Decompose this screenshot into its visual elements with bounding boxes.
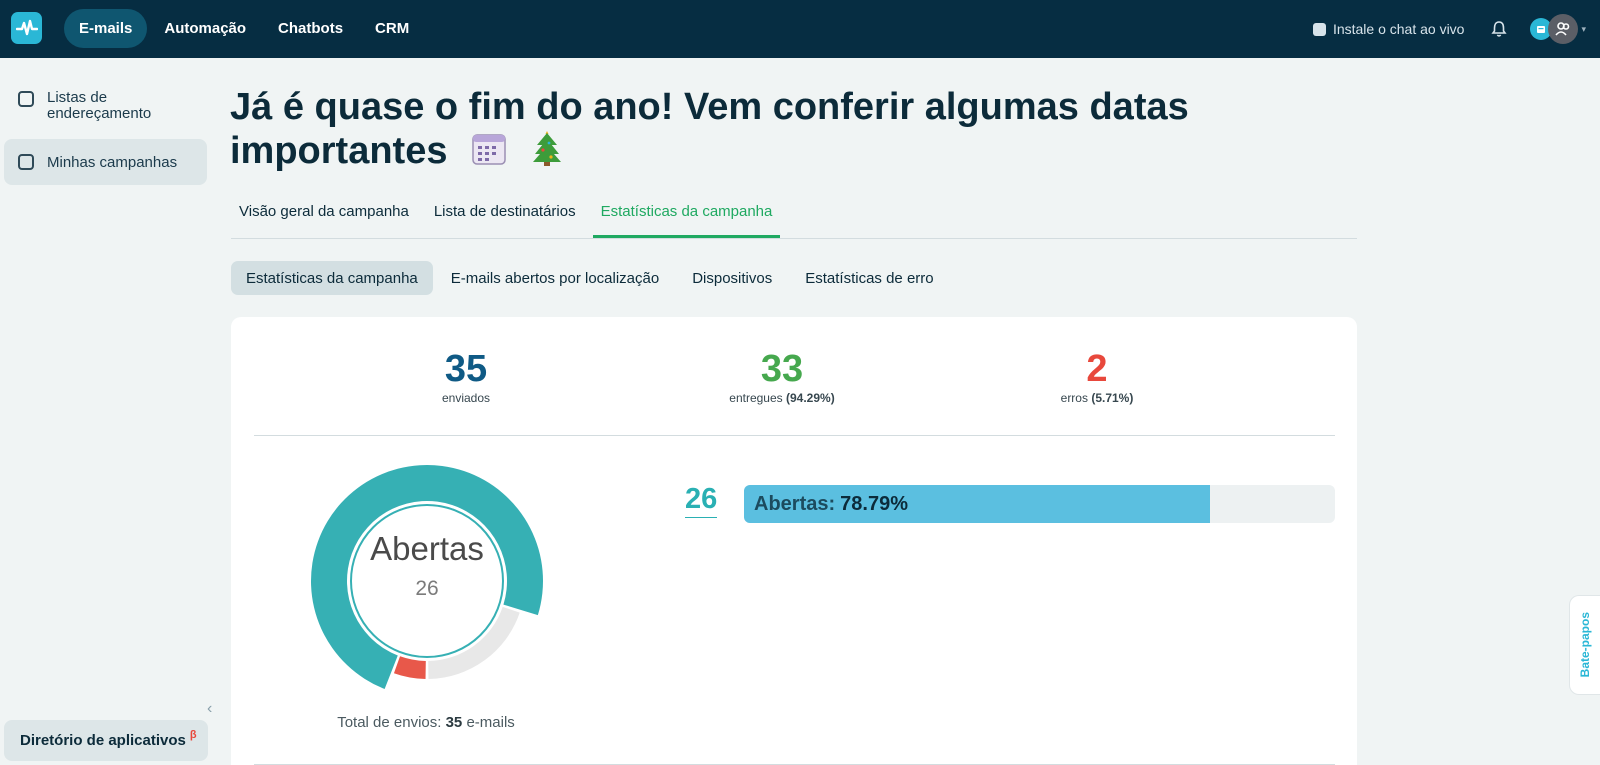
- total-suffix: e-mails: [466, 714, 515, 731]
- account-menu[interactable]: ▾: [1530, 14, 1586, 44]
- tab-overview[interactable]: Visão geral da campanha: [231, 193, 417, 238]
- opens-bar-fill: Abertas: 78.79%: [744, 485, 1210, 523]
- nav-item-automacao[interactable]: Automação: [149, 9, 261, 48]
- total-prefix: Total de envios:: [337, 714, 442, 731]
- campaign-title: Já é quase o fim do ano! Vem conferir al…: [230, 86, 1189, 173]
- stat-delivered-label: entregues: [729, 391, 783, 405]
- app-directory-label: Diretório de aplicativos: [20, 732, 186, 749]
- sidebar-item-my-campaigns[interactable]: Minhas campanhas: [4, 139, 207, 185]
- opens-bar-value: 78.79%: [840, 492, 908, 515]
- opens-bar-track: Abertas: 78.79%: [744, 485, 1335, 523]
- stat-delivered: 33 entregues (94.29%): [652, 347, 912, 405]
- subtab-devices[interactable]: Dispositivos: [677, 261, 787, 295]
- install-live-chat-link[interactable]: Instale o chat ao vivo: [1312, 21, 1465, 37]
- sidebar: Listas de endereçamento Minhas campanhas: [0, 58, 210, 765]
- subtab-opens-by-location[interactable]: E-mails abertos por localização: [436, 261, 674, 295]
- chevron-down-icon: ▾: [1581, 23, 1586, 34]
- sidebar-item-label: Listas de endereçamento: [47, 89, 152, 122]
- stat-errors-label: erros: [1060, 391, 1088, 405]
- user-avatar: [1548, 14, 1579, 44]
- nav-item-crm[interactable]: CRM: [360, 9, 424, 48]
- tab-statistics[interactable]: Estatísticas da campanha: [592, 193, 781, 238]
- app-directory-button[interactable]: Diretório de aplicativos β: [4, 720, 208, 761]
- calendar-icon: [470, 129, 508, 177]
- chat-side-tab[interactable]: Bate-papos: [1569, 595, 1600, 695]
- bell-icon[interactable]: [1490, 20, 1508, 38]
- stat-delivered-value: 33: [760, 348, 804, 390]
- users-icon: [1555, 22, 1570, 36]
- app-logo[interactable]: [11, 12, 42, 44]
- opens-bar-label: Abertas:: [754, 492, 836, 515]
- opens-donut-chart: Abertas 26: [306, 460, 548, 702]
- total-sends: Total de envios: 35 e-mails: [301, 714, 551, 731]
- stat-errors-value: 2: [1086, 348, 1108, 390]
- main-nav: E-mails Automação Chatbots CRM: [64, 9, 426, 48]
- stat-errors-percent: (5.71%): [1091, 391, 1134, 405]
- install-live-chat-label: Instale o chat ao vivo: [1332, 21, 1465, 37]
- beta-badge: β: [189, 728, 197, 741]
- stat-sent-label: enviados: [441, 391, 491, 405]
- opens-count-link[interactable]: 26: [685, 483, 718, 518]
- subtab-campaign-stats[interactable]: Estatísticas da campanha: [231, 261, 433, 295]
- sidebar-item-mailing-lists[interactable]: Listas de endereçamento: [4, 90, 207, 122]
- donut-slice-errors[interactable]: [393, 656, 426, 679]
- stat-delivered-percent: (94.29%): [786, 391, 835, 405]
- pulse-icon: [15, 19, 38, 36]
- statistics-card: 35 enviados 33 entregues (94.29%) 2 erro…: [231, 317, 1357, 765]
- statistics-subtabs: Estatísticas da campanha E-mails abertos…: [231, 261, 952, 295]
- stat-sent: 35 enviados: [336, 347, 596, 405]
- building-icon: [1537, 26, 1546, 33]
- donut-title: Abertas: [370, 530, 484, 567]
- page-title: Já é quase o fim do ano! Vem conferir al…: [230, 86, 1230, 177]
- nav-item-chatbots[interactable]: Chatbots: [263, 9, 358, 48]
- stat-delivered-label-wrap: entregues (94.29%): [652, 391, 912, 405]
- collapse-sidebar-icon[interactable]: ‹: [207, 700, 212, 718]
- sidebar-item-label: Minhas campanhas: [47, 153, 178, 171]
- donut-center-value: 26: [415, 577, 439, 600]
- stat-errors-label-wrap: erros (5.71%): [967, 391, 1227, 405]
- christmas-tree-icon: [531, 129, 563, 177]
- contacts-icon: [18, 91, 34, 107]
- donut-slice-not-opened[interactable]: [428, 606, 520, 679]
- campaign-icon: [18, 154, 34, 170]
- top-navbar: E-mails Automação Chatbots CRM Instale o…: [0, 0, 1600, 58]
- nav-item-emails[interactable]: E-mails: [64, 9, 148, 48]
- stat-errors: 2 erros (5.71%): [967, 347, 1227, 405]
- divider: [254, 435, 1335, 436]
- chat-icon: [1312, 22, 1326, 36]
- chat-side-tab-label: Bate-papos: [1578, 612, 1592, 678]
- subtab-error-stats[interactable]: Estatísticas de erro: [790, 261, 948, 295]
- tab-recipients[interactable]: Lista de destinatários: [426, 193, 584, 238]
- stat-sent-value: 35: [444, 348, 488, 390]
- campaign-tabs: Visão geral da campanha Lista de destina…: [231, 193, 1357, 239]
- total-value: 35: [445, 714, 463, 731]
- top-right-actions: Instale o chat ao vivo ▾: [1312, 0, 1600, 58]
